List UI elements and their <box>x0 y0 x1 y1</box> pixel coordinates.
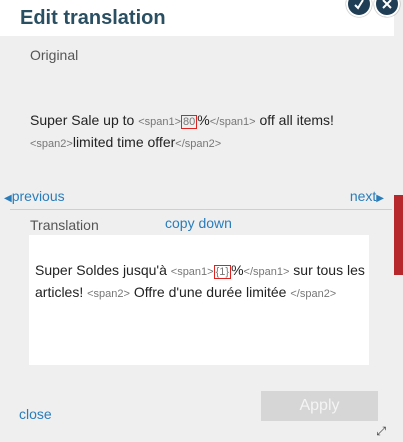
translation-text-part: Super Soldes jusqu'à <box>35 262 171 278</box>
original-text: Super Sale up to <span1> 80 %</span1> off … <box>30 110 370 154</box>
translation-text-part: Offre d'une durée limitée <box>129 284 291 300</box>
edit-translation-dialog: Edit translation Original Super Sale up … <box>0 0 400 442</box>
copy-down-link[interactable]: copy down <box>165 215 232 231</box>
placeholder-value: 80 <box>181 115 198 129</box>
tag-span1-open: <span1> <box>138 116 182 128</box>
tag-span2-close: </span2> <box>290 288 337 300</box>
help-icon[interactable] <box>346 0 372 17</box>
chevron-right-icon: ▶ <box>376 193 384 204</box>
apply-button[interactable]: Apply <box>261 391 378 421</box>
percent-sign: % <box>231 262 244 278</box>
tag-span2-open: <span2> <box>87 288 130 300</box>
tag-span2-close: </span2> <box>175 138 222 150</box>
close-icon[interactable] <box>374 0 400 17</box>
original-text-part: Super Sale up to <box>30 112 139 128</box>
tag-span1-open: <span1> <box>170 266 214 278</box>
divider <box>10 209 392 210</box>
dialog-header: Edit translation <box>0 0 394 36</box>
previous-label: previous <box>11 188 65 204</box>
close-link[interactable]: close <box>19 406 52 422</box>
next-link[interactable]: next▶ <box>350 188 384 204</box>
translation-editor[interactable]: Super Soldes jusqu'à <span1> {1} %</span1>… <box>29 235 369 365</box>
tag-span2-open: <span2> <box>30 138 73 150</box>
background-edge-accent <box>394 195 403 275</box>
percent-sign: % <box>197 112 210 128</box>
tag-span1-close: </span1> <box>209 116 256 128</box>
original-text-part: limited time offer <box>72 134 176 150</box>
previous-link[interactable]: ◀previous <box>4 188 65 204</box>
translation-label: Translation <box>30 217 99 233</box>
placeholder-value: {1} <box>213 265 232 279</box>
dialog-title: Edit translation <box>20 7 166 29</box>
header-controls <box>346 0 400 17</box>
tag-span1-close: </span1> <box>243 266 290 278</box>
chevron-left-icon: ◀ <box>4 193 12 204</box>
translation-text[interactable]: Super Soldes jusqu'à <span1> {1} %</span1>… <box>35 260 365 304</box>
original-text-part: off all items! <box>255 112 334 128</box>
resize-handle-icon[interactable]: ⤢ <box>376 424 386 439</box>
next-label: next <box>349 188 377 204</box>
original-label: Original <box>30 47 79 63</box>
